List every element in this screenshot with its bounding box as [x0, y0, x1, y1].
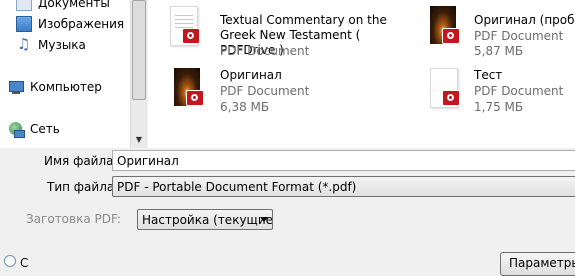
file-item[interactable]: Оригинал (проба) PDF Document 5,87 МБ [424, 2, 575, 64]
file-size: 6,38 МБ [220, 100, 270, 114]
pdf-thumbnail-icon [424, 64, 466, 116]
nav-item-label: Документы [38, 0, 110, 10]
chevron-down-icon [260, 217, 268, 222]
nav-item-label: Компьютер [30, 80, 102, 94]
network-icon [8, 121, 25, 138]
filename-input[interactable]: Оригинал [112, 150, 575, 171]
nav-scrollbar[interactable]: ▼ [130, 0, 147, 148]
pdf-badge-icon [442, 90, 460, 106]
filetype-value: PDF - Portable Document Format (*.pdf) [117, 180, 357, 194]
hide-folders-chevron-icon[interactable] [4, 255, 16, 267]
pdf-preset-label: Заготовка PDF: [26, 212, 122, 226]
file-list: Textual Commentary on the Greek New Test… [148, 0, 575, 148]
filetype-label: Тип файла: [47, 180, 119, 194]
documents-icon [16, 0, 32, 11]
pdf-preset-select[interactable]: Настройка (текущие [137, 209, 273, 230]
pdf-badge-icon [186, 90, 204, 106]
file-name: Оригинал (проба) [474, 13, 575, 27]
file-name: Оригинал [220, 68, 282, 82]
scroll-down-arrow-icon[interactable]: ▼ [131, 131, 147, 148]
navigation-pane: Документы Изображения Музыка Компьютер С… [0, 0, 130, 148]
file-type: PDF Document [220, 84, 310, 98]
file-type: PDF Document [220, 44, 310, 58]
file-size: 5,87 МБ [474, 44, 524, 58]
computer-icon [8, 79, 24, 95]
file-item[interactable]: Textual Commentary on the Greek New Test… [164, 2, 424, 64]
file-item[interactable]: Тест PDF Document 1,75 МБ [424, 64, 575, 126]
filetype-select[interactable]: PDF - Portable Document Format (*.pdf) [112, 176, 575, 197]
nav-item-pictures[interactable]: Изображения [16, 15, 124, 33]
file-type: PDF Document [474, 29, 564, 43]
nav-item-documents[interactable]: Документы [16, 0, 110, 12]
pdf-thumbnail-icon [168, 64, 210, 116]
pdf-thumbnail-icon [164, 2, 206, 54]
nav-item-music[interactable]: Музыка [16, 35, 86, 54]
pdf-thumbnail-icon [424, 2, 466, 54]
pdf-preset-value: Настройка (текущие [142, 213, 273, 227]
filename-label: Имя файла: [44, 154, 118, 168]
file-size: 1,75 МБ [474, 100, 524, 114]
nav-item-network[interactable]: Сеть [8, 120, 60, 138]
options-button[interactable]: Параметры [500, 252, 575, 276]
pictures-icon [16, 16, 32, 32]
music-icon [16, 35, 32, 53]
file-item[interactable]: Оригинал PDF Document 6,38 МБ [168, 64, 418, 126]
pdf-badge-icon [442, 28, 460, 44]
nav-item-computer[interactable]: Компьютер [8, 78, 102, 96]
nav-item-label: Музыка [38, 38, 86, 52]
file-type: PDF Document [474, 84, 564, 98]
nav-item-label: Сеть [30, 122, 60, 136]
pdf-badge-icon [182, 28, 200, 44]
file-name: Тест [474, 68, 503, 82]
hide-folders-label[interactable]: С [20, 256, 28, 270]
nav-item-label: Изображения [38, 17, 125, 31]
scroll-thumb[interactable] [132, 0, 146, 100]
